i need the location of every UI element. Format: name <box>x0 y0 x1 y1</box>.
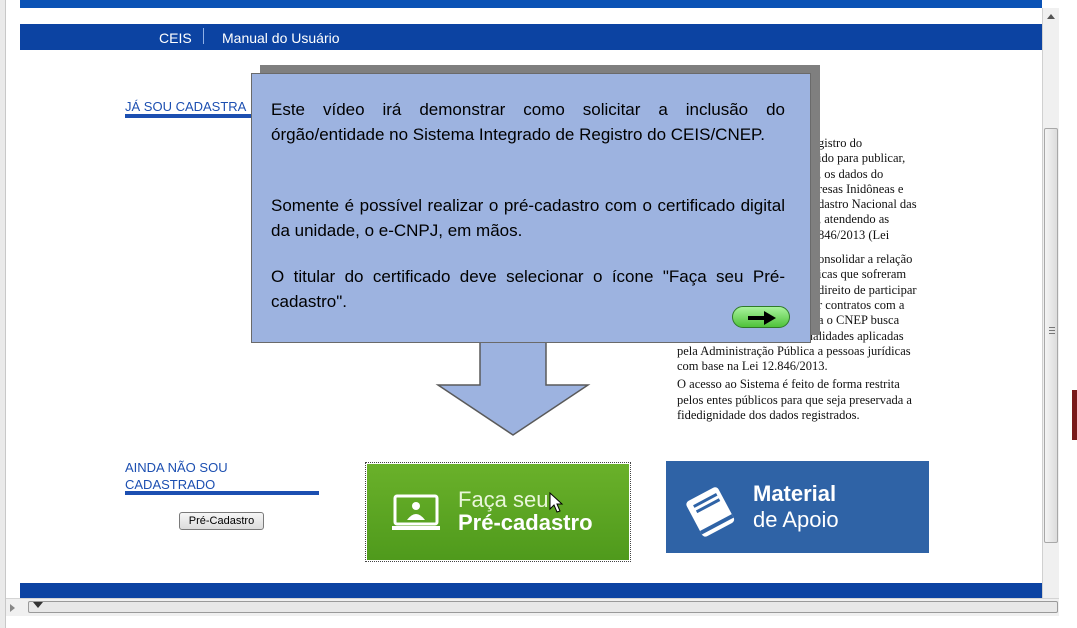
callout-paragraph-1: Este vídeo irá demonstrar como solicitar… <box>271 100 785 144</box>
right-arrow-icon <box>748 311 776 325</box>
mouse-cursor-icon <box>549 492 564 513</box>
text-line: fidedignidade dos dados registrados. <box>677 408 860 423</box>
vertical-scrollbar[interactable] <box>1042 8 1059 598</box>
footer-bar <box>20 583 1042 599</box>
heading-underline <box>125 491 319 495</box>
text-line: pelos entes públicos para que seja prese… <box>677 392 912 407</box>
material-label-line2: de Apoio <box>753 507 839 532</box>
nav-link-manual[interactable]: Manual do Usuário <box>222 30 340 46</box>
top-navbar: CEIS Manual do Usuário <box>20 24 1042 50</box>
horizontal-scroll-thumb[interactable] <box>28 601 1058 613</box>
thumb-grip <box>1049 330 1055 331</box>
pointer-arrow <box>435 335 591 436</box>
pre-cadastro-button[interactable]: Pré-Cadastro <box>179 512 264 530</box>
text-line: com base na Lei 12.846/2013. <box>677 359 828 374</box>
faca-seu-pre-cadastro-button[interactable]: Faça seu Pré-cadastro <box>365 462 631 562</box>
material-label-line1: Material <box>753 481 837 506</box>
faca-button-face[interactable]: Faça seu Pré-cadastro <box>367 464 629 560</box>
scroll-up-icon[interactable] <box>1047 14 1055 19</box>
monitor-person-icon <box>392 494 440 530</box>
thumb-grip <box>1049 333 1055 334</box>
background-window-edge <box>1072 390 1077 440</box>
heading-already-registered: JÁ SOU CADASTRA <box>125 99 247 114</box>
next-step-button[interactable] <box>732 306 790 328</box>
vertical-scroll-thumb[interactable] <box>1044 128 1058 543</box>
top-strip <box>20 0 1042 8</box>
horizontal-scrollbar[interactable] <box>6 598 1059 616</box>
material-de-apoio-button[interactable]: Material de Apoio <box>666 461 929 553</box>
chevron-down-icon[interactable] <box>33 602 43 608</box>
text-line: pela Administração Pública a pessoas jur… <box>677 343 911 358</box>
scroll-left-icon[interactable] <box>10 604 15 612</box>
heading-underline <box>125 114 255 118</box>
faca-label-line2: Pré-cadastro <box>458 510 593 535</box>
top-spacer <box>20 8 1042 24</box>
book-icon <box>686 487 735 537</box>
heading-not-registered: AINDA NÃO SOU CADASTRADO <box>125 459 228 493</box>
nav-separator <box>203 28 204 44</box>
tutorial-callout: Este vídeo irá demonstrar como solicitar… <box>251 73 811 343</box>
window-frame-right <box>1059 0 1077 628</box>
callout-paragraph-2: Somente é possível realizar o pré-cadast… <box>271 196 785 240</box>
nav-link-ceis[interactable]: CEIS <box>159 30 192 46</box>
heading-line: AINDA NÃO SOU <box>125 460 228 475</box>
callout-paragraph-3: O titular do certificado deve selecionar… <box>271 267 785 311</box>
window-frame-left <box>0 0 6 628</box>
text-line: O acesso ao Sistema é feito de forma res… <box>677 377 900 392</box>
thumb-grip <box>1049 327 1055 328</box>
